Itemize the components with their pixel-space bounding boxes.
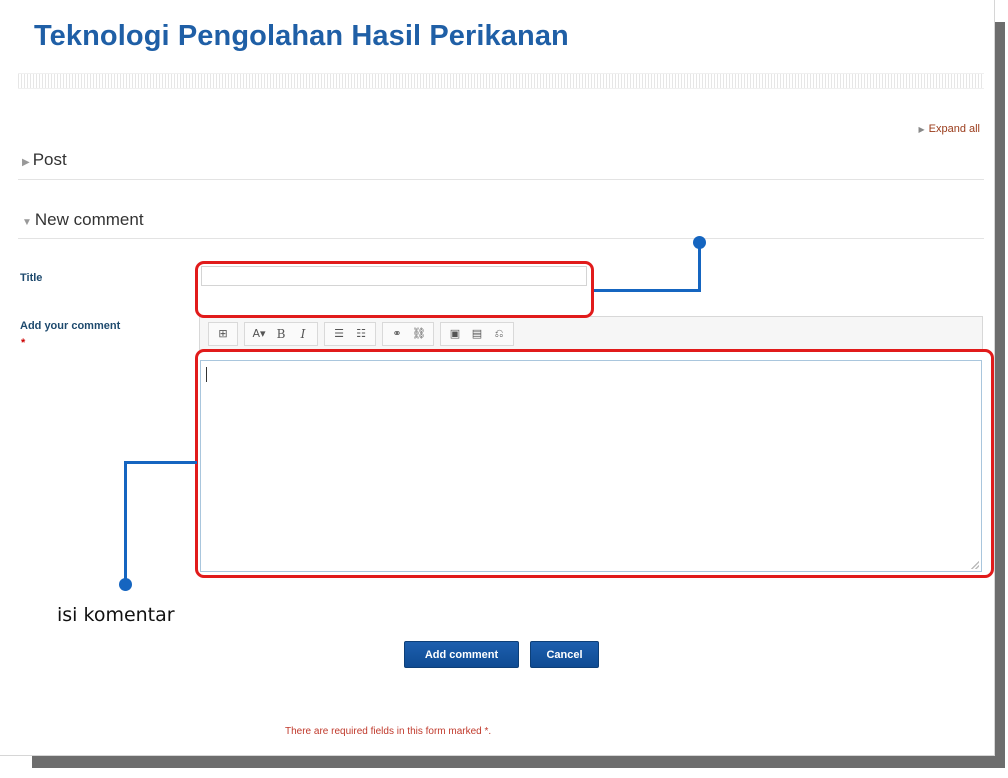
link-icon[interactable]: ⚭ — [386, 327, 408, 340]
required-fields-note: There are required fields in this form m… — [285, 726, 492, 737]
toolbar-group: A▾ B I — [244, 321, 318, 346]
callout-line — [124, 461, 127, 583]
page-shadow-right — [995, 22, 1005, 766]
toolbar-toggle-icon[interactable]: ⊞ — [212, 327, 234, 340]
section-new-comment-toggle[interactable]: ▼ New comment — [22, 210, 144, 230]
annotation-label: isi komentar — [57, 604, 175, 626]
cancel-button[interactable]: Cancel — [530, 641, 599, 668]
toolbar-group: ⊞ — [208, 321, 238, 346]
forum-comment-page: Teknologi Pengolahan Hasil Perikanan ▶ Ex… — [0, 0, 995, 756]
expand-triangle-icon: ▶ — [918, 125, 925, 134]
font-style-icon[interactable]: A▾ — [248, 327, 270, 340]
callout-line — [698, 244, 701, 291]
title-highlight-box — [195, 261, 594, 318]
image-icon[interactable]: ▣ — [444, 327, 466, 340]
media-icon[interactable]: ▤ — [466, 327, 488, 340]
collapsed-triangle-icon: ▶ — [22, 157, 30, 168]
callout-line — [124, 461, 197, 464]
page-shadow-bottom — [32, 756, 1005, 768]
bullet-list-icon[interactable]: ☰ — [328, 327, 350, 340]
italic-icon[interactable]: I — [292, 327, 314, 341]
comment-highlight-box — [195, 349, 994, 578]
section-divider — [18, 179, 984, 180]
comment-label: Add your comment — [20, 320, 121, 332]
title-label: Title — [20, 272, 43, 284]
toolbar-group: ☰ ☷ — [324, 321, 376, 346]
expand-all-label: Expand all — [928, 123, 980, 135]
section-post-toggle[interactable]: ▶ Post — [22, 150, 67, 170]
expand-all-link[interactable]: ▶ Expand all — [918, 123, 980, 135]
header-divider — [18, 73, 984, 89]
numbered-list-icon[interactable]: ☷ — [350, 327, 372, 340]
callout-dot — [119, 578, 132, 591]
add-comment-button[interactable]: Add comment — [404, 641, 519, 668]
manage-files-icon[interactable]: ⎌ — [488, 327, 510, 341]
callout-dot — [693, 236, 706, 249]
bold-icon[interactable]: B — [270, 327, 292, 341]
callout-line — [594, 289, 701, 292]
toolbar-group: ▣ ▤ ⎌ — [440, 321, 514, 346]
toolbar-group: ⚭ ⛓ — [382, 321, 434, 346]
required-marker: * — [21, 337, 26, 349]
expanded-triangle-icon: ▼ — [22, 217, 32, 228]
unlink-icon[interactable]: ⛓ — [408, 327, 430, 340]
section-post-label: Post — [32, 150, 67, 169]
editor-toolbar: ⊞ A▾ B I ☰ ☷ ⚭ ⛓ ▣ ▤ ⎌ — [199, 316, 983, 350]
section-new-comment-label: New comment — [34, 210, 144, 229]
page-title: Teknologi Pengolahan Hasil Perikanan — [34, 20, 569, 52]
section-divider — [18, 238, 984, 239]
